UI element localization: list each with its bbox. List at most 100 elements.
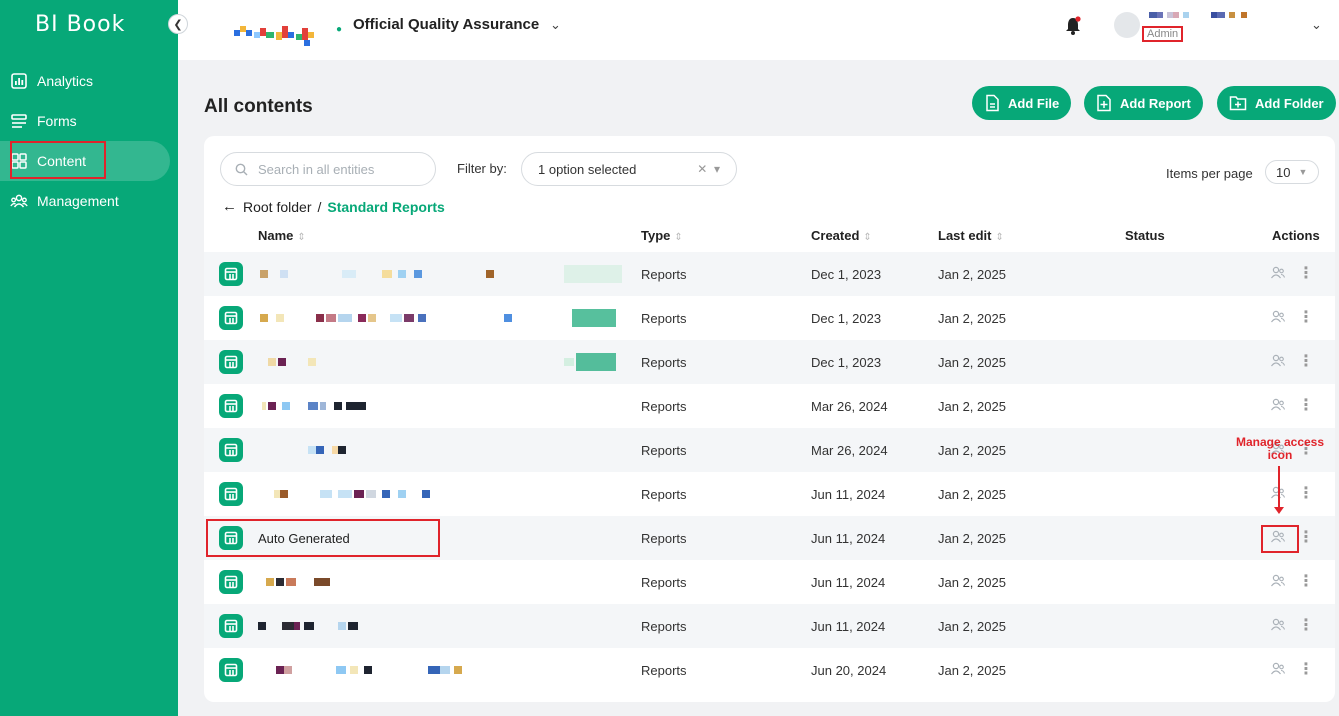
row-type: Reports: [641, 575, 687, 590]
analytics-icon: [11, 73, 27, 89]
more-options-icon[interactable]: ⋮: [1298, 307, 1314, 327]
breadcrumb: ← Root folder / Standard Reports: [222, 198, 445, 215]
report-icon: [219, 658, 243, 682]
organization-logo: [234, 26, 314, 46]
more-options-icon[interactable]: ⋮: [1298, 395, 1314, 415]
sidebar-item-label: Forms: [37, 113, 77, 129]
content-card: Search in all entities Filter by: 1 opti…: [204, 136, 1335, 702]
table-row[interactable]: Reports Mar 26, 2024 Jan 2, 2025 ⋮: [204, 384, 1335, 428]
manage-access-icon[interactable]: [1270, 265, 1286, 281]
row-last-edit: Jan 2, 2025: [938, 663, 1006, 678]
clear-icon[interactable]: ✕: [697, 162, 707, 176]
column-header-label: Type: [641, 228, 671, 243]
items-per-page-value: 10: [1276, 164, 1291, 180]
sidebar: BI Book Analytics Forms Content Manageme…: [0, 0, 178, 716]
filter-select[interactable]: 1 option selected ✕ ▾: [521, 152, 737, 186]
redacted-name: [260, 309, 616, 327]
table-row[interactable]: Reports Jun 11, 2024 Jan 2, 2025 ⋮: [204, 604, 1335, 648]
row-type: Reports: [641, 267, 687, 282]
table-row[interactable]: Reports Dec 1, 2023 Jan 2, 2025 ⋮: [204, 252, 1335, 296]
row-last-edit: Jan 2, 2025: [938, 443, 1006, 458]
manage-access-icon[interactable]: [1270, 309, 1286, 325]
filter-label: Filter by:: [457, 161, 507, 176]
search-placeholder: Search in all entities: [258, 161, 375, 177]
redacted-name: [308, 446, 346, 454]
sort-icon: ⇕: [297, 232, 306, 243]
chevron-left-icon: ❮: [173, 18, 183, 31]
row-created: Mar 26, 2024: [811, 443, 888, 458]
row-created: Dec 1, 2023: [811, 267, 882, 282]
items-per-page-select[interactable]: 10 ▼: [1265, 160, 1319, 184]
manage-access-icon[interactable]: [1270, 661, 1286, 677]
sort-icon: ⇕: [674, 232, 683, 243]
sidebar-item-analytics[interactable]: Analytics: [0, 61, 170, 101]
user-name-redacted: [1149, 12, 1247, 18]
bell-icon[interactable]: [1064, 16, 1082, 36]
org-name[interactable]: Official Quality Assurance: [353, 16, 539, 33]
sidebar-item-forms[interactable]: Forms: [0, 101, 170, 141]
add-file-button[interactable]: Add File: [972, 86, 1072, 120]
column-header-last-edit[interactable]: Last edit ⇕: [938, 228, 1004, 243]
row-type: Reports: [641, 399, 687, 414]
file-add-icon: [986, 94, 999, 112]
sidebar-item-management[interactable]: Management: [0, 181, 170, 221]
arrow-left-icon[interactable]: ←: [222, 198, 237, 215]
table-row[interactable]: Reports Jun 11, 2024 Jan 2, 2025 ⋮: [204, 472, 1335, 516]
report-icon: [219, 350, 243, 374]
row-type: Reports: [641, 487, 687, 502]
redacted-name: [276, 666, 462, 674]
add-file-label: Add File: [1008, 95, 1060, 111]
search-icon: [235, 163, 248, 175]
manage-access-icon[interactable]: [1270, 529, 1286, 545]
sidebar-collapse-button[interactable]: ❮: [168, 14, 188, 34]
more-options-icon[interactable]: ⋮: [1298, 659, 1314, 679]
folder-add-icon: [1229, 96, 1247, 111]
report-add-icon: [1097, 94, 1111, 112]
topbar: ● Official Quality Assurance ⌄ Admin ⌄: [178, 0, 1339, 60]
more-options-icon[interactable]: ⋮: [1298, 483, 1314, 503]
table-row[interactable]: Reports Dec 1, 2023 Jan 2, 2025 ⋮: [204, 296, 1335, 340]
user-role: Admin: [1142, 26, 1184, 42]
column-header-name[interactable]: Name ⇕: [258, 228, 306, 243]
report-icon: [219, 526, 243, 550]
manage-access-icon[interactable]: [1270, 397, 1286, 413]
add-folder-button[interactable]: Add Folder: [1217, 86, 1336, 120]
sidebar-item-content[interactable]: Content: [0, 141, 170, 181]
table-row[interactable]: Reports Dec 1, 2023 Jan 2, 2025 ⋮: [204, 340, 1335, 384]
manage-access-icon[interactable]: [1270, 617, 1286, 633]
column-header-created[interactable]: Created ⇕: [811, 228, 872, 243]
app-logo[interactable]: BI Book: [35, 12, 125, 37]
breadcrumb-current: Standard Reports: [327, 198, 445, 215]
manage-access-annotation: Manage access icon: [1234, 436, 1326, 462]
table-row[interactable]: Auto Generated Reports Jun 11, 2024 Jan 2, …: [204, 516, 1335, 560]
add-folder-label: Add Folder: [1255, 95, 1324, 111]
more-options-icon[interactable]: ⋮: [1298, 615, 1314, 635]
chevron-down-icon[interactable]: ⌄: [550, 17, 561, 33]
more-options-icon[interactable]: ⋮: [1298, 351, 1314, 371]
report-icon: [219, 262, 243, 286]
more-options-icon[interactable]: ⋮: [1298, 571, 1314, 591]
row-last-edit: Jan 2, 2025: [938, 355, 1006, 370]
row-created: Jun 11, 2024: [811, 487, 886, 502]
table-row[interactable]: Reports Jun 11, 2024 Jan 2, 2025 ⋮: [204, 560, 1335, 604]
breadcrumb-root[interactable]: Root folder: [243, 199, 311, 215]
search-input[interactable]: Search in all entities: [220, 152, 436, 186]
manage-access-icon[interactable]: [1270, 353, 1286, 369]
table-row[interactable]: Reports Mar 26, 2024 Jan 2, 2025 ⋮: [204, 428, 1335, 472]
report-icon: [219, 614, 243, 638]
column-header-actions: Actions: [1272, 228, 1320, 243]
more-options-icon[interactable]: ⋮: [1298, 263, 1314, 283]
column-header-type[interactable]: Type ⇕: [641, 228, 683, 243]
chevron-down-icon[interactable]: ⌄: [1311, 17, 1322, 33]
table-row[interactable]: Reports Jun 20, 2024 Jan 2, 2025 ⋮: [204, 648, 1335, 692]
annotation-arrow-head: [1274, 507, 1284, 514]
caret-down-icon: ▼: [1298, 167, 1308, 177]
avatar[interactable]: [1114, 12, 1140, 38]
row-name[interactable]: Auto Generated: [258, 531, 350, 546]
more-options-icon[interactable]: ⋮: [1298, 527, 1314, 547]
row-created: Dec 1, 2023: [811, 311, 882, 326]
org-status-dot: ●: [336, 24, 343, 35]
caret-down-icon[interactable]: ▾: [714, 162, 720, 176]
manage-access-icon[interactable]: [1270, 573, 1286, 589]
add-report-button[interactable]: Add Report: [1084, 86, 1203, 120]
